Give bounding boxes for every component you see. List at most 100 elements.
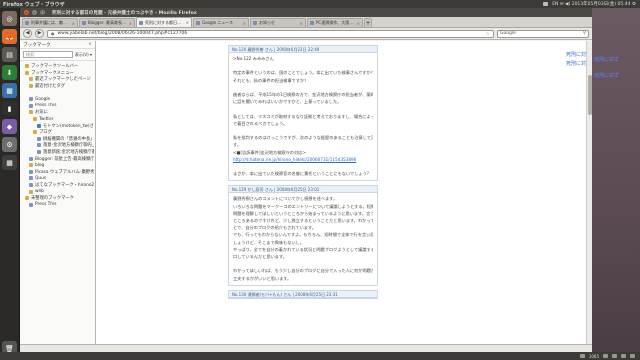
close-tab-icon[interactable]: × — [357, 21, 360, 26]
maximize-window-button[interactable]: □ — [40, 10, 45, 15]
window-titlebar[interactable]: × – □ 死刑に対する都日の見聞 - 元検弁護士のつぶやき - Mozilla… — [20, 8, 592, 17]
folder-icon — [29, 189, 33, 194]
bookmark-item[interactable]: Twitter — [21, 116, 94, 123]
desktop-link[interactable]: 死刑に対す — [594, 56, 619, 63]
minimize-window-button[interactable]: – — [32, 10, 37, 15]
terminal-icon[interactable]: ▮ — [2, 101, 17, 116]
panel-icon[interactable] — [579, 354, 585, 358]
search-engine-label[interactable]: Google — [500, 31, 516, 36]
view-menu-button[interactable]: 表示(V) ▾ — [75, 51, 92, 58]
bottom-panel: 1065 — [0, 352, 640, 360]
show-desktop-icon[interactable] — [630, 354, 635, 358]
comment-line: >No.122 みみみさん — [233, 56, 274, 61]
bookmark-star-icon[interactable]: ☆ — [486, 31, 490, 37]
close-sidebar-icon[interactable]: × — [88, 42, 92, 47]
search-icon[interactable]: ⚲ — [583, 31, 586, 36]
folder-icon — [33, 117, 37, 122]
bookmark-item[interactable]: ブログ — [21, 129, 94, 136]
navigation-bar: ◀ ▶ ● www.yabelab.net/blog/2008/06/26-10… — [20, 28, 592, 40]
comment-header[interactable]: No.130 通倒者(モバ+もん) さん | 2008年6月25日 23:31 — [229, 290, 377, 298]
comment-header[interactable]: No.129 かし庭司 さん | 2008年6月25日 23:01 — [229, 186, 377, 194]
panel-counter: 1065 — [588, 353, 599, 359]
firefox-icon[interactable]: 🦊 — [2, 29, 17, 44]
close-tab-icon[interactable]: × — [129, 21, 132, 26]
bookmark-item[interactable]: ブックマークメニュー — [21, 70, 94, 77]
comment-line: 工夫するかがいいと思います。 — [233, 275, 292, 281]
bookmark-item[interactable]: モトケン(motoken_tw)さんはT... — [21, 122, 94, 129]
tab-1[interactable]: Blogger: 最高裁長_弁護士会× — [79, 18, 135, 27]
comment-line: 口しているんだと思います。 — [233, 254, 287, 260]
search-bar[interactable]: Google ⚲ — [497, 29, 589, 38]
tab-2[interactable]: 死刑に対する都日の見聞× — [136, 17, 192, 27]
bookmark-item[interactable]: 落意-金沢地方検察庁御内_ID... — [21, 142, 94, 149]
comment-line: しょうけど、そこまで興味もないし。 — [233, 239, 304, 245]
comment-line: わかってほしいれば、もう少し自分のブログに自分で入った人に何が問題かわかるように — [233, 268, 373, 274]
comment-header[interactable]: No.120 廣野秀樹 さん | 2008年6月22日 22:49 — [229, 46, 377, 53]
bookmark-tree: ブックマークツールバー ブックマークメニュー 最近ブックマークしたページ 最近付けたタ… — [20, 61, 95, 210]
panel-icon[interactable] — [621, 354, 626, 358]
files-icon[interactable]: ▤ — [2, 47, 17, 62]
tab-label: Google ニュース — [202, 20, 234, 25]
close-tab-icon[interactable]: × — [72, 21, 75, 26]
system-tray[interactable]: EN ✉ ◀) 2013年05月03日(金) 05:44 ⚙ — [543, 1, 640, 7]
close-tab-icon[interactable]: × — [300, 21, 303, 26]
sidebar-search-row: 検索: 表示(V) ▾ — [20, 49, 95, 61]
software-center-icon[interactable]: ◆ — [2, 119, 17, 134]
comment-line — [233, 127, 373, 134]
bookmark-item[interactable]: 最近ブックマークしたページ — [21, 76, 94, 83]
desktop-link[interactable]: 死刑に対す — [594, 72, 619, 79]
sidebar-title: ブックマーク — [23, 42, 51, 48]
window-title: 死刑に対する都日の見聞 - 元検弁護士のつぶやき - Mozilla Firef… — [52, 10, 197, 16]
folder-icon — [25, 196, 29, 201]
url-bar[interactable]: ● www.yabelab.net/blog/2008/06/26-100047… — [47, 29, 494, 38]
workspace-icon[interactable]: ▦ — [2, 155, 17, 170]
bookmark-item[interactable]: 未整理のブックマーク — [21, 195, 94, 202]
comment-line: 私としては、マスコミが取材するなり証拠と考えておりますし、場合によっては、国会 — [233, 113, 373, 119]
panel-icon[interactable] — [612, 354, 617, 358]
bookmark-label: blog — [35, 162, 45, 168]
site-identity-icon[interactable]: ● — [51, 31, 55, 36]
bookmark-item[interactable]: お気に — [21, 109, 94, 116]
comment-line: 廣野秀樹さんのコメントについてかし感想を述べます。 — [233, 196, 338, 202]
comment-line — [233, 163, 373, 170]
comment-entry: No.130 通倒者(モバ+もん) さん | 2008年6月25日 23:31 — [228, 289, 378, 299]
settings-icon[interactable]: ⚙ — [2, 137, 17, 152]
comment-line: 私を批判するのはけっこうですが、次のような経歴のあることも注意して頂きたいで — [233, 135, 373, 141]
panel-icon[interactable] — [603, 354, 608, 358]
bookmark-item[interactable]: 桃桜機関の「普遍の中長」に元... — [21, 136, 94, 143]
comment-line: まさか、本に出ていた検察官の名誉に責任ということにもないでしょう? — [233, 171, 370, 177]
tray-status[interactable]: EN ✉ ◀) 2013年05月03日(金) 05:44 ⚙ — [552, 1, 636, 7]
bookmark-label: モトケン(motoken_tw)さんはT... — [43, 123, 94, 129]
network-icon[interactable] — [543, 2, 549, 6]
close-tab-icon[interactable]: × — [186, 20, 189, 25]
tab-3[interactable]: Google ニュース × — [193, 18, 249, 27]
comment-entry: No.120 廣野秀樹 さん | 2008年6月22日 22:49 >No.122… — [228, 45, 378, 182]
tab-5[interactable]: PC遠隔操作、大阪の別居者...× — [307, 18, 363, 27]
bookmark-item[interactable]: ブックマークツールバー — [21, 63, 94, 70]
docs-icon[interactable]: ▦ — [2, 83, 17, 98]
bookmark-search-input[interactable]: 検索: — [23, 51, 73, 58]
tab-4[interactable]: お知らせ × — [250, 18, 306, 27]
back-button[interactable]: ◀ — [23, 29, 32, 38]
bookmark-item[interactable]: Quus — [21, 175, 94, 182]
bookmark-item[interactable]: blog — [21, 162, 94, 169]
bookmark-item[interactable]: web — [21, 188, 94, 195]
bookmark-item[interactable]: Blogger: 前星上告-最高検察庁旗中... — [21, 155, 94, 162]
tab-0[interactable]: 刑事弁護には、敵対行為を...× — [22, 18, 78, 27]
bookmark-item[interactable]: Press This — [21, 103, 94, 110]
bookmark-item[interactable]: Google — [21, 96, 94, 103]
new-tab-button[interactable]: + — [364, 18, 372, 27]
dash-icon[interactable]: ◎ — [2, 11, 17, 26]
bookmark-item[interactable]: 落意新銘:金沢地方検察庁御中... — [21, 149, 94, 156]
close-tab-icon[interactable]: × — [243, 21, 246, 26]
close-window-button[interactable]: × — [24, 10, 29, 15]
comment-link[interactable]: http://d.hatena.ne.jp/hirono_hideki/2006… — [233, 156, 373, 163]
bookmark-item[interactable]: 最近付けたタグ — [21, 83, 94, 90]
download-icon[interactable]: ⬇ — [2, 65, 17, 80]
bookmark-icon — [29, 202, 33, 207]
bookmark-item[interactable]: Press This — [21, 201, 94, 208]
bookmark-item[interactable]: Picasa ウェブアルバム-廣野秀樹 — [21, 169, 94, 176]
url-text[interactable]: www.yabelab.net/blog/2008/06/26-100047.p… — [58, 31, 188, 36]
bookmark-item[interactable]: はてなブックマーク・hirono2011のブ... — [21, 182, 94, 189]
forward-button[interactable]: ▶ — [35, 29, 44, 38]
